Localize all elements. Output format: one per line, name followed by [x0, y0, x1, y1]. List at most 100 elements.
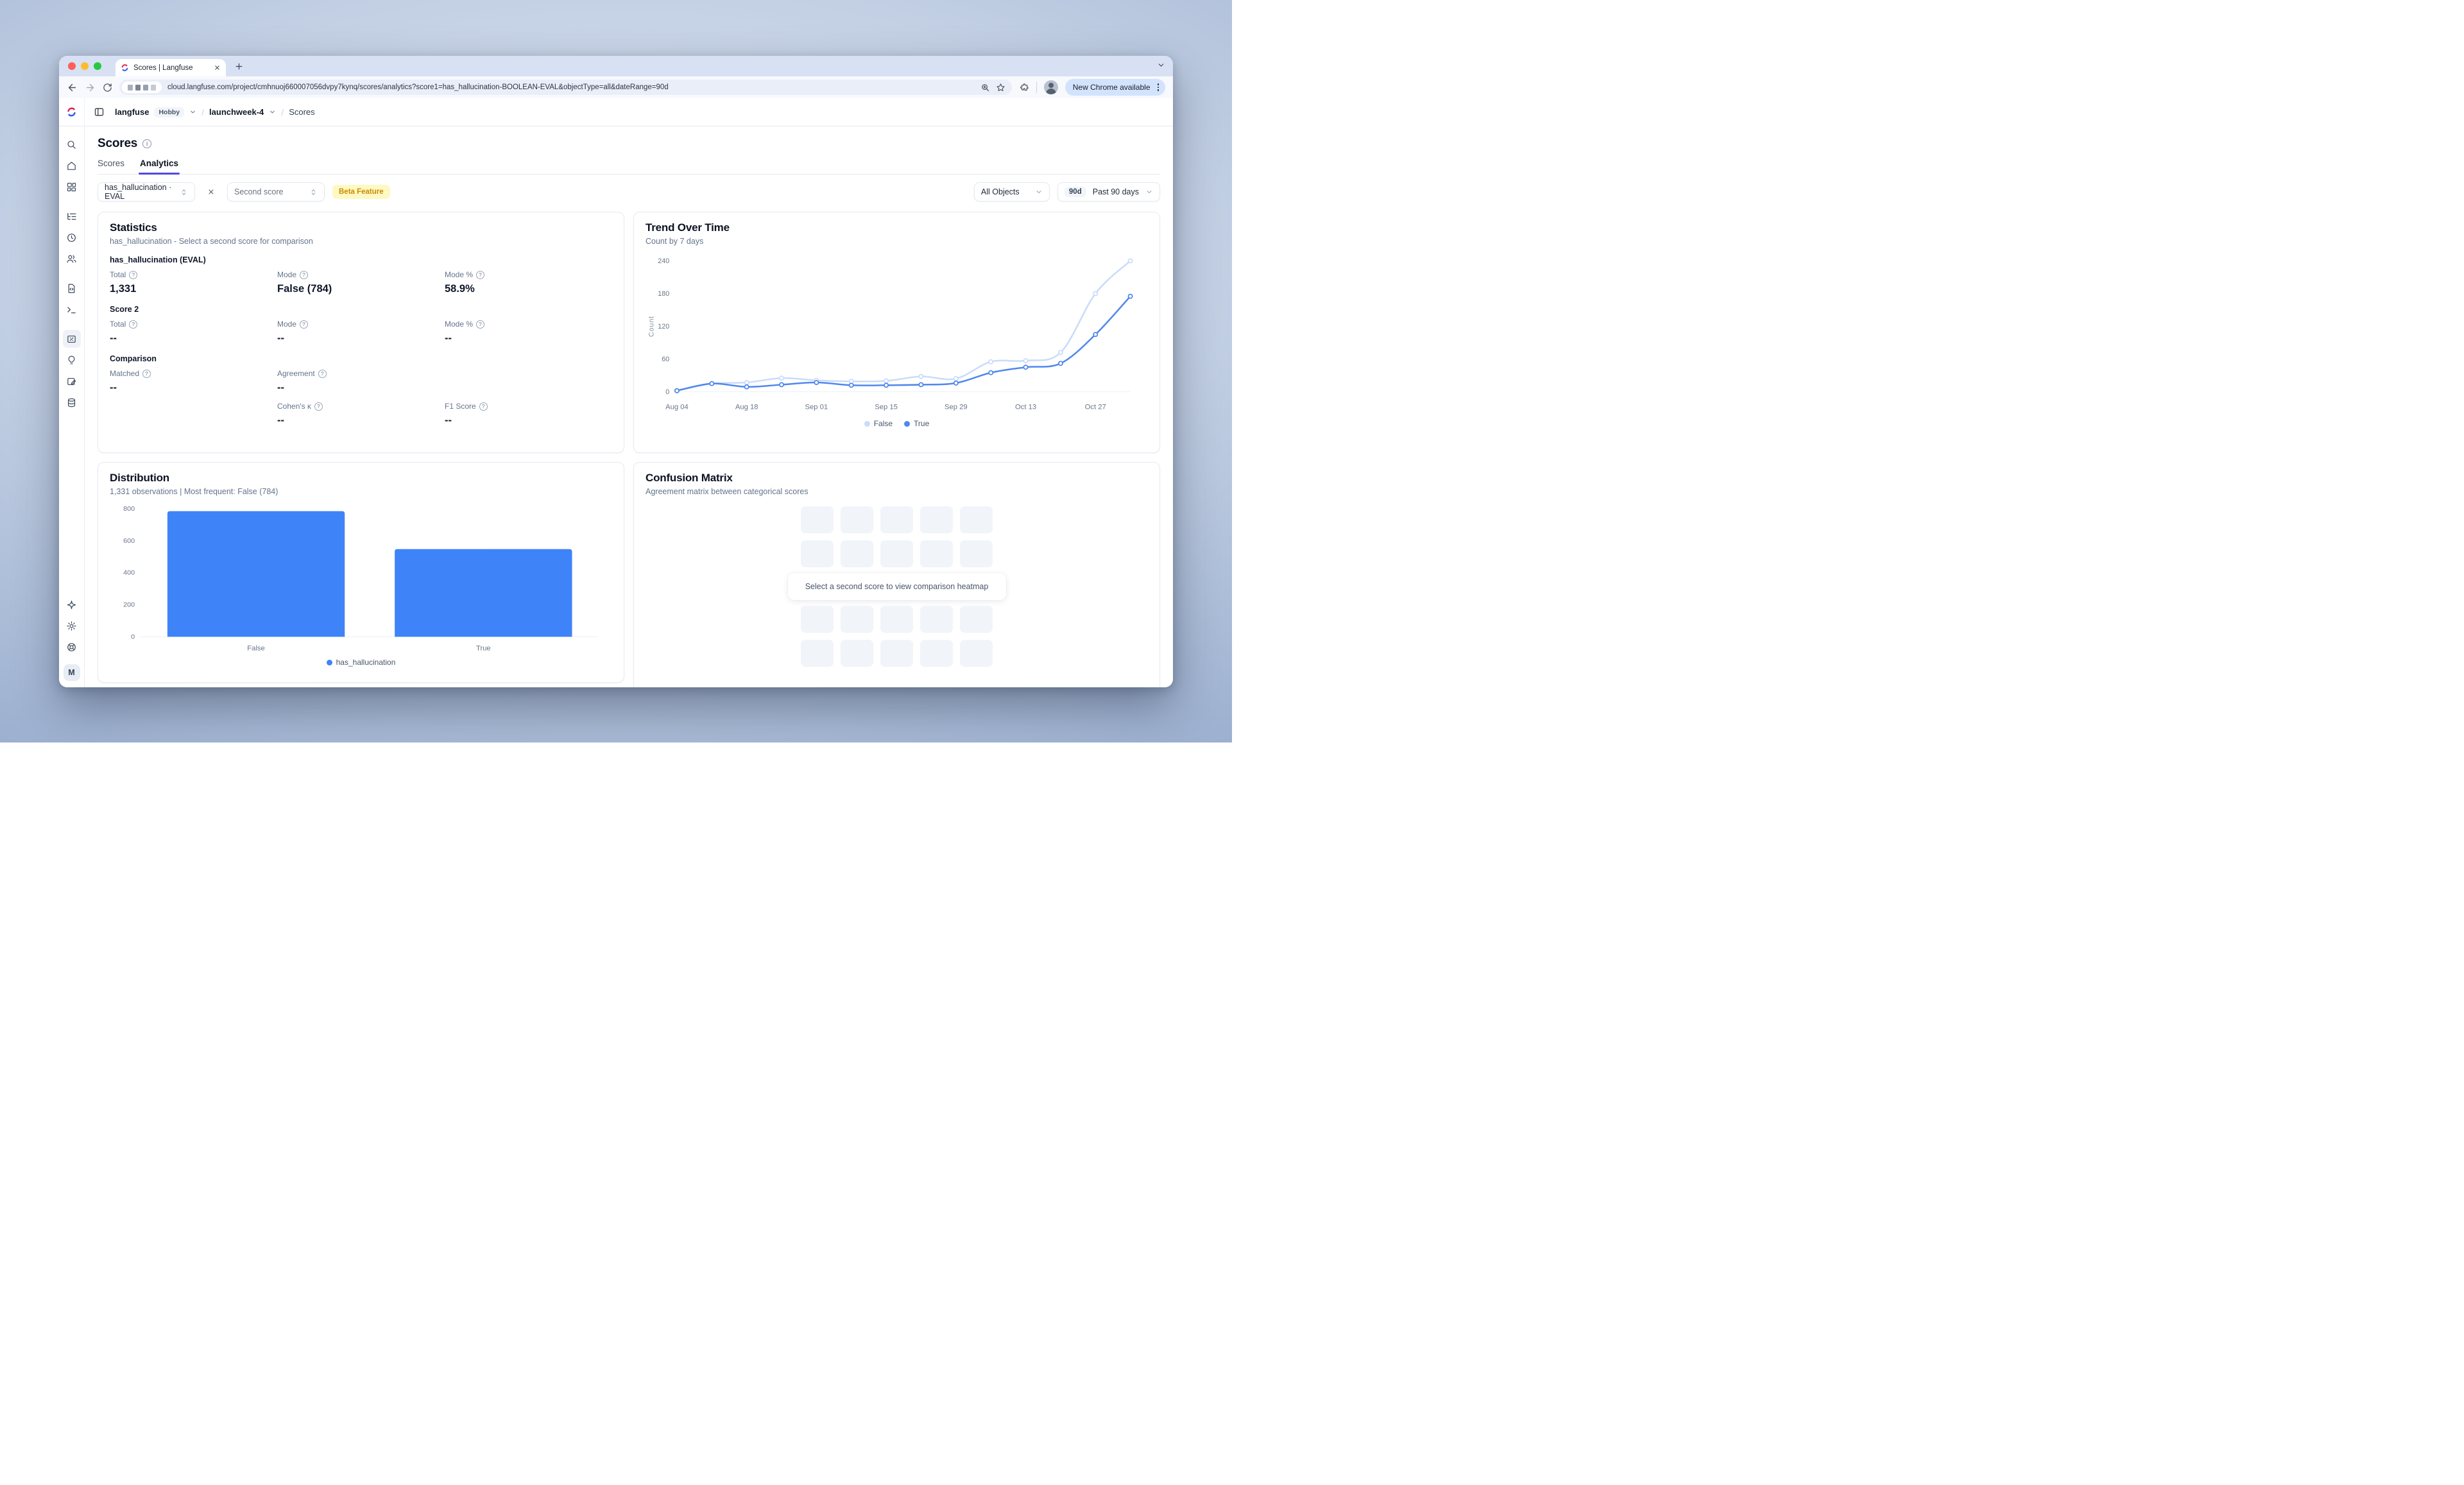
address-bar[interactable]: cloud.langfuse.com/project/cmhnuoj660007… [119, 80, 1012, 95]
sparkle-icon [66, 599, 77, 610]
breadcrumb-org[interactable]: langfuse [115, 107, 149, 117]
sidebar-item-tracing[interactable] [63, 207, 81, 225]
heatmap-placeholder-cell [801, 506, 834, 533]
sidebar-item-playground[interactable] [63, 300, 81, 318]
object-type-value: All Objects [981, 187, 1020, 196]
heatmap-placeholder-cell [801, 606, 834, 633]
help-icon[interactable]: ? [129, 320, 137, 329]
breadcrumb-project[interactable]: launchweek-4 [209, 107, 264, 117]
date-range-select[interactable]: 90d Past 90 days [1057, 182, 1160, 202]
heatmap-placeholder-cell [920, 640, 953, 667]
help-icon[interactable]: ? [476, 320, 484, 329]
sidebar-item-evaluation[interactable] [63, 351, 81, 369]
score1-select[interactable]: has_hallucination · EVAL [98, 182, 195, 202]
chevron-down-icon[interactable] [189, 108, 196, 116]
svg-text:Oct 27: Oct 27 [1085, 404, 1106, 411]
stat-label: F1 Score [445, 402, 476, 411]
sidebar-item-home[interactable] [63, 157, 81, 175]
zoom-window-button[interactable] [94, 62, 101, 70]
svg-text:True: True [476, 644, 491, 652]
stat-label: Cohen's κ [277, 402, 311, 411]
reload-button[interactable] [103, 83, 112, 92]
heatmap-placeholder-cell [801, 640, 834, 667]
sidebar-item-search[interactable] [63, 135, 81, 153]
site-info-chip[interactable] [122, 82, 162, 93]
heatmap-placeholder-cell [841, 506, 873, 533]
redacted-block [135, 85, 141, 90]
distribution-bar-chart[interactable]: 0200400600800FalseTrue [110, 501, 612, 655]
new-chrome-available-button[interactable]: New Chrome available [1065, 79, 1165, 96]
score2-select[interactable]: Second score [227, 182, 325, 202]
info-icon[interactable]: i [142, 139, 151, 148]
forward-button[interactable] [85, 82, 96, 93]
breadcrumb-page: Scores [289, 107, 314, 117]
svg-text:Aug 18: Aug 18 [735, 404, 758, 411]
help-icon[interactable]: ? [142, 370, 151, 378]
zoom-page-button[interactable] [980, 83, 990, 92]
extensions-button[interactable] [1019, 82, 1029, 92]
new-tab-button[interactable] [231, 58, 246, 74]
confusion-placeholder-grid [801, 606, 993, 667]
distribution-legend[interactable]: has_hallucination [110, 658, 612, 667]
toolbar-divider [1036, 82, 1037, 93]
tab-analytics[interactable]: Analytics [140, 159, 178, 174]
help-icon[interactable]: ? [476, 271, 484, 279]
help-icon[interactable]: ? [300, 320, 308, 329]
sidebar-item-sessions[interactable] [63, 228, 81, 246]
trend-line-chart[interactable]: 060120180240CountAug 04Aug 18Sep 01Sep 1… [646, 251, 1148, 416]
sidebar-item-settings[interactable] [63, 617, 81, 635]
user-avatar[interactable]: M [64, 664, 80, 681]
sidebar-item-users[interactable] [63, 250, 81, 268]
sidebar-item-dashboards[interactable] [63, 178, 81, 196]
sidebar-item-ask-ai[interactable] [63, 596, 81, 614]
langfuse-app: langfuse Hobby / launchweek-4 / Scores [59, 98, 1173, 687]
sidebar-item-datasets[interactable] [63, 393, 81, 411]
legend-item[interactable]: True [904, 419, 929, 428]
svg-text:180: 180 [658, 290, 669, 298]
filter-row: has_hallucination · EVAL Second score Be… [98, 182, 1160, 202]
bookmark-button[interactable] [996, 83, 1005, 92]
chevrons-up-down-icon [180, 188, 188, 196]
help-icon[interactable]: ? [129, 271, 137, 279]
svg-text:800: 800 [123, 505, 135, 513]
sidebar-item-annotation-queues[interactable] [63, 372, 81, 390]
help-icon[interactable]: ? [479, 402, 488, 411]
chevron-down-icon[interactable] [269, 108, 276, 116]
back-button[interactable] [67, 82, 78, 93]
stat-mode: Mode? False (784) [277, 270, 445, 295]
legend-item[interactable]: has_hallucination [327, 658, 396, 667]
close-window-button[interactable] [68, 62, 76, 70]
browser-tab[interactable]: Scores | Langfuse [116, 59, 226, 76]
clear-score1-button[interactable] [203, 184, 219, 200]
sidebar-item-prompts[interactable] [63, 279, 81, 297]
help-icon[interactable]: ? [318, 370, 327, 378]
help-icon[interactable]: ? [300, 271, 308, 279]
tab-close-icon[interactable] [214, 64, 221, 71]
minimize-window-button[interactable] [81, 62, 89, 70]
heatmap-placeholder-cell [920, 540, 953, 567]
chevron-down-icon [1035, 188, 1043, 196]
help-icon[interactable]: ? [314, 402, 323, 411]
breadcrumb-divider: / [201, 107, 204, 117]
avatar-silhouette [1048, 83, 1054, 88]
heatmap-placeholder-cell [880, 640, 913, 667]
browser-profile-avatar[interactable] [1044, 80, 1058, 94]
tab-search-button[interactable] [1157, 61, 1165, 73]
statistics-subtitle: has_hallucination - Select a second scor… [110, 237, 612, 246]
sidebar-toggle-button[interactable] [94, 107, 105, 117]
sidebar-item-support[interactable] [63, 638, 81, 656]
home-icon [66, 160, 77, 171]
score2-placeholder: Second score [234, 187, 283, 196]
trend-legend[interactable]: False True [646, 419, 1148, 428]
object-type-select[interactable]: All Objects [974, 182, 1050, 202]
window-controls[interactable] [68, 62, 101, 70]
sidebar-item-scores[interactable] [63, 330, 81, 348]
chevron-down-icon [1157, 61, 1165, 69]
browser-menu-icon[interactable] [1155, 83, 1162, 91]
users-icon [66, 253, 77, 264]
chevrons-up-down-icon [309, 188, 318, 196]
app-logo-cell[interactable] [59, 98, 85, 126]
svg-text:Oct 13: Oct 13 [1015, 404, 1036, 411]
legend-item[interactable]: False [864, 419, 893, 428]
tab-scores[interactable]: Scores [98, 159, 124, 174]
